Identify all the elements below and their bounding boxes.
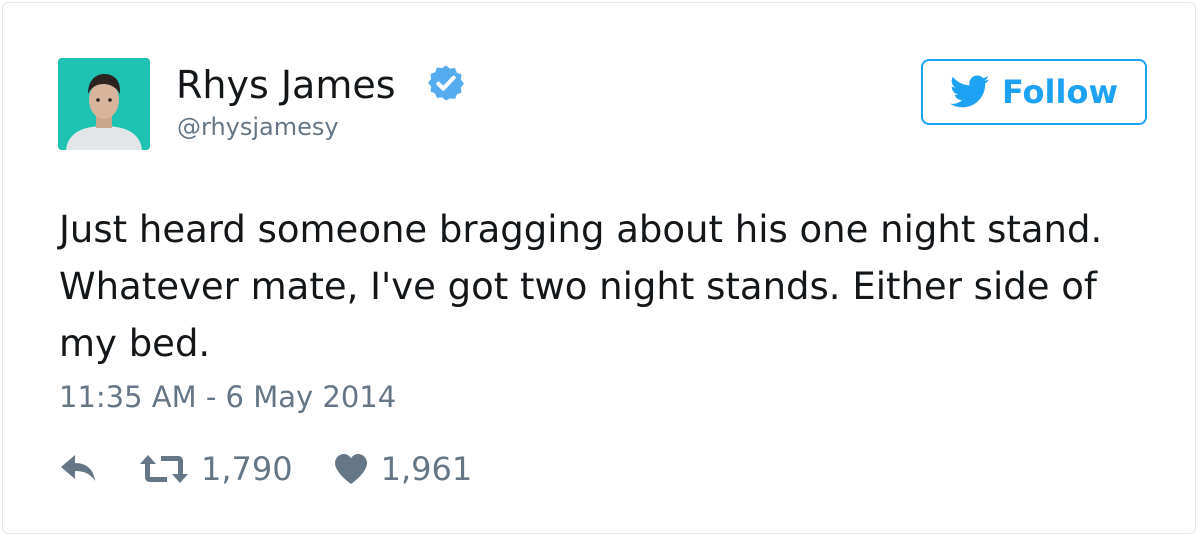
retweet-icon[interactable] [139,453,189,485]
twitter-bird-icon [949,75,990,108]
heart-icon[interactable] [333,453,369,485]
tweet-card: Rhys James @rhysjamesy Follow Just heard… [2,2,1196,534]
follow-button-label: Follow [1001,73,1119,111]
reply-icon[interactable] [59,453,99,485]
retweet-count: 1,790 [201,450,293,488]
like-count: 1,961 [380,450,473,488]
verified-icon [428,65,464,101]
tweet-text: Just heard someone bragging about his on… [59,208,1103,365]
tweet-timestamp[interactable]: 11:35 AM - 6 May 2014 [59,377,396,417]
follow-button[interactable]: Follow [921,59,1147,125]
avatar[interactable] [58,58,150,150]
author-name[interactable]: Rhys James [176,61,396,109]
tweet-actions: 1,790 1,961 [59,447,472,491]
author-handle[interactable]: @rhysjamesy [177,111,339,143]
